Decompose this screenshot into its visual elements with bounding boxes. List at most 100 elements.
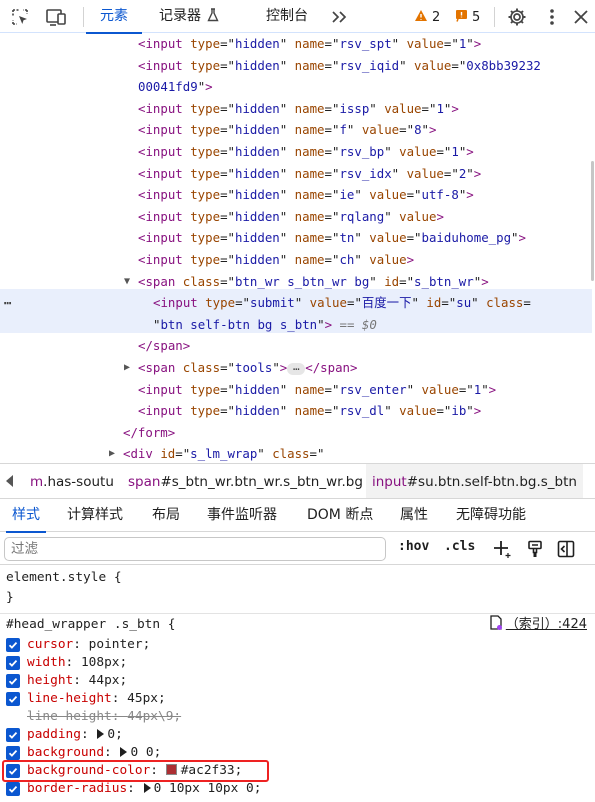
- expand-triangle-icon[interactable]: ▶: [109, 443, 123, 462]
- css-declaration[interactable]: padding: 0;: [27, 726, 123, 744]
- css-declaration[interactable]: cursor: pointer;: [27, 636, 150, 654]
- expand-shorthand-icon[interactable]: [97, 729, 105, 739]
- css-declaration[interactable]: height: 44px;: [27, 672, 127, 690]
- declaration-checkbox[interactable]: [6, 638, 20, 652]
- css-property-value[interactable]: 0;: [107, 727, 122, 742]
- subtab-properties[interactable]: 属性: [400, 500, 428, 532]
- subtab-styles[interactable]: 样式: [6, 500, 46, 533]
- declaration-checkbox[interactable]: [6, 692, 20, 706]
- expand-shorthand-icon[interactable]: [120, 747, 128, 757]
- dom-node-line[interactable]: 00041fd9">: [0, 76, 595, 98]
- dom-token: =": [324, 100, 340, 116]
- dom-node-line[interactable]: ▶ <span class="tools">… </span>: [0, 357, 595, 379]
- breadcrumb-item[interactable]: span#s_btn_wr.btn_wr.s_btn_wr.bg: [122, 464, 369, 498]
- select-element-icon[interactable]: [9, 6, 31, 28]
- dom-token: ": [279, 187, 295, 203]
- settings-gear-icon[interactable]: [506, 6, 528, 28]
- css-declaration[interactable]: width: 108px;: [27, 654, 127, 672]
- css-property-name[interactable]: padding: [27, 727, 81, 742]
- device-toolbar-icon[interactable]: [45, 6, 67, 28]
- node-actions-ellipsis-icon[interactable]: ⋯: [4, 292, 11, 314]
- dom-node-line[interactable]: <input type="hidden" name="rsv_idx" valu…: [0, 163, 595, 185]
- subtab-event-listeners[interactable]: 事件监听器: [207, 500, 277, 532]
- dom-token: <input: [138, 230, 191, 246]
- dom-token: class: [182, 273, 221, 289]
- dom-node-line[interactable]: <input type="hidden" name="rsv_spt" valu…: [0, 33, 595, 55]
- declaration-checkbox[interactable]: [6, 728, 20, 742]
- dom-node-line[interactable]: ▼ <span class="btn_wr s_btn_wr bg" id="s_…: [0, 271, 595, 293]
- tab-recorder[interactable]: 记录器: [159, 0, 220, 33]
- subtab-accessibility[interactable]: 无障碍功能: [456, 500, 526, 532]
- dom-node-line[interactable]: <input type="hidden" name="tn" value="ba…: [0, 227, 595, 249]
- dom-node-line[interactable]: </span>: [0, 335, 595, 357]
- new-rule-plus-icon[interactable]: [491, 538, 513, 560]
- collapsed-children-ellipsis-icon[interactable]: …: [287, 361, 306, 375]
- declaration-checkbox[interactable]: [6, 674, 20, 688]
- css-property-value[interactable]: 108px;: [81, 655, 127, 670]
- warnings-badge[interactable]: 2: [414, 8, 440, 26]
- css-property-value[interactable]: 0 0;: [130, 745, 161, 760]
- hover-state-toggle[interactable]: :hov: [398, 539, 429, 554]
- dom-node-line[interactable]: <input type="hidden" name="rsv_dl" value…: [0, 400, 595, 422]
- element-style-selector[interactable]: element.style {: [6, 569, 122, 587]
- css-declaration[interactable]: border-radius: 0 10px 10px 0;: [27, 780, 261, 798]
- subtab-computed[interactable]: 计算样式: [67, 500, 123, 532]
- issues-badge[interactable]: 5: [455, 8, 480, 26]
- dom-token: class: [272, 446, 310, 462]
- tab-console[interactable]: 控制台: [266, 0, 308, 33]
- dom-node-line[interactable]: <input type="hidden" name="rsv_enter" va…: [0, 379, 595, 401]
- dom-node-line[interactable]: <input type="hidden" name="rsv_bp" value…: [0, 141, 595, 163]
- dom-node-line[interactable]: <input type="hidden" name="issp" value="…: [0, 98, 595, 120]
- css-declaration[interactable]: line-height: 44px\9;: [27, 708, 181, 726]
- dom-token: =": [220, 273, 235, 289]
- css-property-value[interactable]: 45px;: [127, 691, 166, 706]
- subtab-dom-breakpoints[interactable]: DOM 断点: [307, 500, 373, 532]
- rule-source-link[interactable]: （索引）:424: [490, 614, 587, 634]
- breadcrumb-item-active[interactable]: input#su.btn.self-btn.bg.s_btn: [366, 464, 583, 498]
- breadcrumb-item[interactable]: m.has-soutu: [24, 464, 120, 498]
- dom-token: >: [481, 273, 489, 289]
- css-property-value[interactable]: 0 10px 10px 0;: [154, 781, 262, 796]
- css-property-name[interactable]: width: [27, 655, 66, 670]
- dom-node-line[interactable]: ▶ <div id="s_lm_wrap" class=": [0, 443, 595, 462]
- collapse-triangle-icon[interactable]: ▼: [124, 271, 138, 293]
- tab-elements[interactable]: 元素: [86, 0, 142, 34]
- declaration-checkbox[interactable]: [6, 656, 20, 670]
- dom-token: =": [441, 295, 457, 311]
- paint-brush-icon[interactable]: [524, 538, 546, 560]
- css-property-name[interactable]: background: [27, 745, 104, 760]
- dom-node-line[interactable]: "btn self-btn bg s_btn"> == $0: [0, 314, 595, 336]
- more-tabs-icon[interactable]: [328, 6, 350, 28]
- dom-node-line[interactable]: </form>: [0, 422, 595, 444]
- css-declaration[interactable]: line-height: 45px;: [27, 690, 166, 708]
- toggle-sidebar-icon[interactable]: [555, 538, 577, 560]
- dom-node-line[interactable]: <input type="hidden" name="rsv_iqid" val…: [0, 55, 595, 77]
- dom-node-line[interactable]: <input type="hidden" name="rqlang" value…: [0, 206, 595, 228]
- css-property-value[interactable]: 44px;: [89, 673, 128, 688]
- class-toggle[interactable]: .cls: [444, 539, 475, 554]
- dom-node-line[interactable]: <input type="hidden" name="f" value="8">: [0, 119, 595, 141]
- css-property-value[interactable]: 44px\9;: [127, 709, 181, 724]
- dom-node-line[interactable]: ⋯ <input type="submit" value="百度一下" id="s…: [0, 292, 595, 314]
- dom-node-text: "btn self-btn bg s_btn"> == $0: [153, 314, 377, 336]
- expand-triangle-icon[interactable]: ▶: [124, 357, 138, 379]
- css-property-name[interactable]: cursor: [27, 637, 73, 652]
- dom-node-line[interactable]: <input type="hidden" name="ie" value="ut…: [0, 184, 595, 206]
- css-property-name[interactable]: border-radius: [27, 781, 127, 796]
- more-options-icon[interactable]: [541, 6, 563, 28]
- expand-shorthand-icon[interactable]: [143, 783, 151, 793]
- close-icon[interactable]: [570, 6, 592, 28]
- dom-node-line[interactable]: <input type="hidden" name="ch" value>: [0, 249, 595, 271]
- breadcrumb-scroll-left-icon[interactable]: [6, 475, 13, 487]
- declaration-checkbox[interactable]: [6, 746, 20, 760]
- css-colon: :: [104, 745, 120, 760]
- declaration-checkbox[interactable]: [6, 782, 20, 796]
- css-property-name[interactable]: line-height: [27, 709, 112, 724]
- rule-selector[interactable]: #head_wrapper .s_btn {: [6, 616, 176, 634]
- subtab-layout[interactable]: 布局: [152, 500, 180, 532]
- filter-input[interactable]: [4, 537, 386, 561]
- css-property-value[interactable]: pointer;: [89, 637, 151, 652]
- dom-token: ": [279, 252, 295, 267]
- css-property-name[interactable]: line-height: [27, 691, 112, 706]
- css-property-name[interactable]: height: [27, 673, 73, 688]
